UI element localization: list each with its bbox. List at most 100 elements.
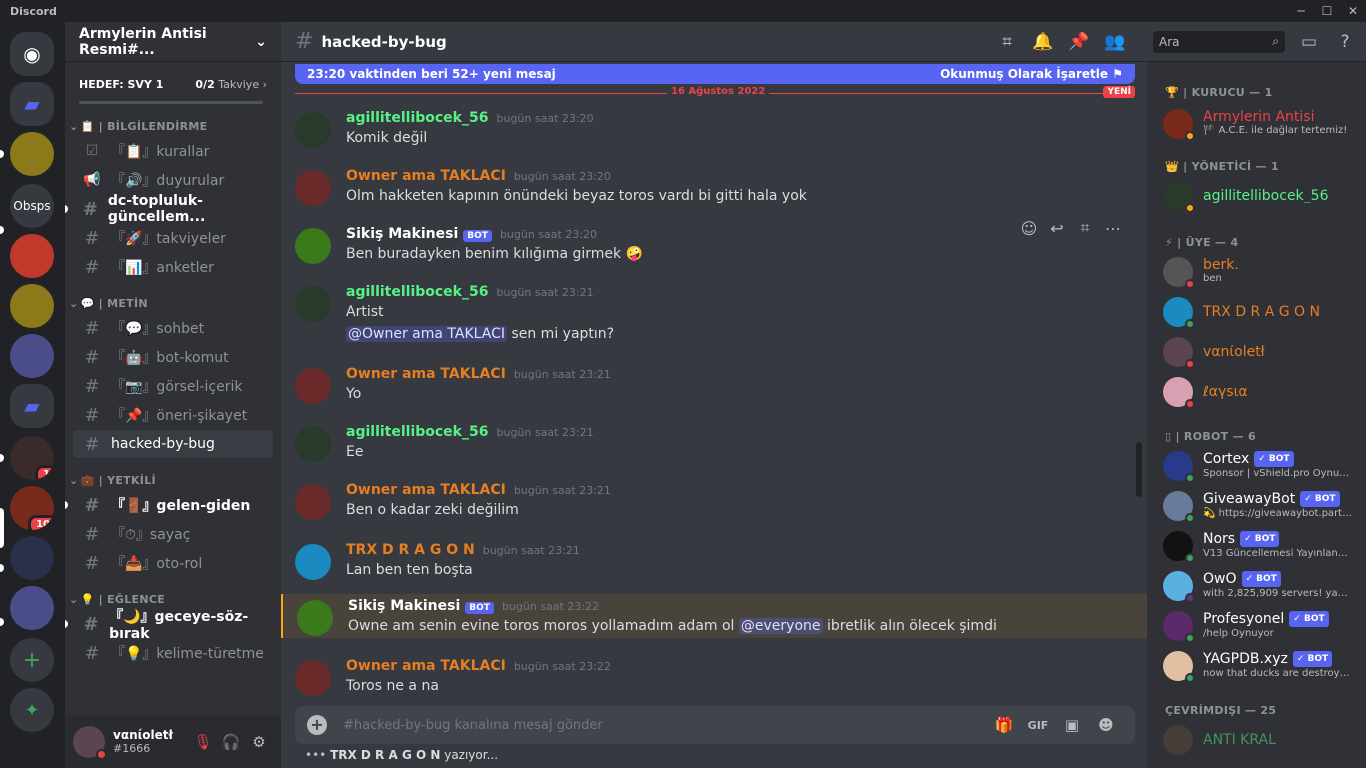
avatar[interactable] — [295, 112, 331, 148]
avatar[interactable] — [297, 600, 333, 636]
channel-item[interactable]: # 『🤖』bot-komut — [73, 343, 273, 371]
member-item[interactable]: ANTI KRAL — [1163, 722, 1363, 758]
channel-item[interactable]: # 『⏱』sayaç — [73, 520, 273, 548]
message-author[interactable]: Owner ama TAKLACI — [346, 168, 506, 184]
avatar[interactable] — [295, 286, 331, 322]
emoji-icon[interactable]: ☻ — [1089, 716, 1123, 734]
channel-item[interactable]: # 『💡』kelime-türetme — [73, 639, 273, 667]
mark-read-button[interactable]: Okunmuş Olarak İşaretle ⚑ — [940, 67, 1123, 81]
channel-item[interactable]: # hacked-by-bug — [73, 430, 273, 458]
avatar[interactable] — [295, 170, 331, 206]
inbox-icon[interactable]: ▭ — [1291, 32, 1327, 52]
member-item[interactable]: GiveawayBot ✓ BOT 💫 https://giveawaybot.pa… — [1163, 488, 1363, 524]
avatar[interactable] — [295, 544, 331, 580]
channel-item[interactable]: # 『📌』öneri-şikayet — [73, 401, 273, 429]
minimize-button[interactable]: ─ — [1288, 4, 1314, 18]
mute-mic-icon[interactable]: 🎙 — [189, 733, 217, 751]
channel-item[interactable]: ☑ 『📋』kurallar — [73, 137, 273, 165]
chevron-down-icon: ⌄ — [69, 473, 79, 487]
message-author[interactable]: Sikiş Makinesi — [346, 226, 458, 242]
channel-category[interactable]: ⌄ 💼 | YETKİLİ — [65, 470, 281, 490]
new-messages-bar[interactable]: 23:20 vaktinden beri 52+ yeni mesaj Okun… — [295, 64, 1135, 84]
channel-item[interactable]: # 『🌙』geceye-söz-bırak — [65, 609, 273, 642]
gift-icon[interactable]: 🎁 — [987, 716, 1021, 734]
channel-item[interactable]: # 『📷』görsel-içerik — [73, 372, 273, 400]
server-icon[interactable] — [10, 536, 54, 580]
member-item[interactable]: vαnίoletł — [1163, 334, 1363, 370]
member-item[interactable]: OwO ✓ BOT with 2,825,909 servers! yayında — [1163, 568, 1363, 604]
guild-header[interactable]: Armylerin Antisi Resmi#... ⌄ — [65, 22, 281, 62]
message-author[interactable]: agillitellibocek_56 — [346, 424, 488, 440]
folder-icon[interactable]: ▰ — [10, 82, 54, 126]
more-icon[interactable]: ⋯ — [1099, 219, 1127, 238]
message-input[interactable]: #hacked-by-bug kanalına mesaj gönder — [343, 718, 987, 733]
server-icon[interactable]: 1 — [10, 436, 54, 480]
message-author[interactable]: agillitellibocek_56 — [346, 284, 488, 300]
channel-category[interactable]: ⌄ 💬 | METİN — [65, 293, 281, 313]
member-item[interactable]: agillitellibocek_56 — [1163, 178, 1363, 214]
avatar[interactable] — [295, 368, 331, 404]
members-icon[interactable]: 👥 — [1097, 32, 1133, 52]
explore-icon[interactable]: ✦ — [10, 688, 54, 732]
avatar[interactable] — [295, 660, 331, 696]
maximize-button[interactable]: ☐ — [1314, 4, 1340, 18]
bell-icon[interactable]: 🔔 — [1025, 32, 1061, 52]
member-item[interactable]: berk. ben — [1163, 254, 1363, 290]
message-author[interactable]: agillitellibocek_56 — [346, 110, 488, 126]
boost-progress[interactable]: HEDEF: SVY 1 0/2 Takviye › — [65, 62, 281, 106]
member-item[interactable]: YAGPDB.xyz ✓ BOT now that ducks are destro… — [1163, 648, 1363, 684]
channel-item[interactable]: # 『📊』anketler — [73, 253, 273, 281]
channel-category[interactable]: ⌄ 📋 | BİLGİLENDİRME — [65, 116, 281, 136]
channel-name: 『📷』görsel-içerik — [111, 379, 243, 395]
member-item[interactable]: Armylerin Antisi 🏴 A.C.E. ile dağlar tert… — [1163, 106, 1363, 142]
channel-item[interactable]: # 『💬』sohbet — [73, 314, 273, 342]
channel-item[interactable]: 📢 『🔊』duyurular — [73, 166, 273, 194]
mention[interactable]: @everyone — [738, 618, 823, 634]
avatar[interactable] — [73, 726, 107, 760]
sticker-icon[interactable]: ▣ — [1055, 716, 1089, 734]
avatar[interactable] — [295, 426, 331, 462]
scrollbar[interactable] — [1136, 442, 1142, 497]
search-input[interactable]: Ara ⌕ — [1153, 30, 1285, 53]
avatar — [1163, 109, 1195, 141]
threads-icon[interactable]: ⌗ — [989, 32, 1025, 52]
server-icon[interactable] — [10, 284, 54, 328]
server-icon[interactable] — [10, 234, 54, 278]
thread-icon[interactable]: ⌗ — [1071, 218, 1099, 238]
server-icon[interactable]: Obsps — [10, 184, 54, 228]
mention[interactable]: @Owner ama TAKLACI — [346, 326, 507, 342]
server-icon[interactable] — [10, 586, 54, 630]
channel-item[interactable]: # dc-topluluk-güncellem... — [65, 193, 273, 225]
member-item[interactable]: Nors ✓ BOT V13 Güncellemesi Yayınlandı! ..… — [1163, 528, 1363, 564]
channel-item[interactable]: # 『🚀』takviyeler — [73, 224, 273, 252]
avatar[interactable] — [295, 228, 331, 264]
close-button[interactable]: ✕ — [1340, 4, 1366, 18]
channel-item[interactable]: # 『🚪』gelen-giden — [65, 491, 273, 519]
help-icon[interactable]: ? — [1327, 32, 1363, 52]
server-icon[interactable] — [10, 334, 54, 378]
message-author[interactable]: Owner ama TAKLACI — [346, 482, 506, 498]
reply-icon[interactable]: ↩ — [1043, 219, 1071, 238]
message-author[interactable]: Owner ama TAKLACI — [346, 366, 506, 382]
message-author[interactable]: Owner ama TAKLACI — [346, 658, 506, 674]
avatar[interactable] — [295, 484, 331, 520]
discord-logo-icon[interactable]: ◉ — [10, 32, 54, 76]
folder-icon[interactable]: ▰ — [10, 384, 54, 428]
settings-gear-icon[interactable]: ⚙ — [245, 733, 273, 751]
member-item[interactable]: TRX D R A G O N — [1163, 294, 1363, 330]
add-reaction-icon[interactable]: ☺ — [1015, 219, 1043, 238]
server-icon[interactable] — [10, 132, 54, 176]
message-author[interactable]: Sikiş Makinesi — [348, 598, 460, 614]
deafen-icon[interactable]: 🎧 — [217, 733, 245, 751]
channel-item[interactable]: # 『📥』oto-rol — [73, 549, 273, 577]
pin-icon[interactable]: 📌 — [1061, 32, 1097, 52]
member-item[interactable]: Cortex ✓ BOT Sponsor | vShield.pro Oynuyor — [1163, 448, 1363, 484]
upload-plus-icon[interactable]: + — [307, 715, 327, 735]
gif-icon[interactable]: GIF — [1021, 719, 1055, 732]
member-item[interactable]: Profesyonel ✓ BOT/help Oynuyor — [1163, 608, 1363, 644]
server-icon[interactable]: 10 — [10, 486, 54, 530]
member-item[interactable]: ℓαγѕια — [1163, 374, 1363, 410]
add-server-icon[interactable]: + — [10, 638, 54, 682]
message-author[interactable]: TRX D R A G O N — [346, 542, 475, 558]
message-composer[interactable]: + #hacked-by-bug kanalına mesaj gönder 🎁… — [295, 706, 1135, 744]
